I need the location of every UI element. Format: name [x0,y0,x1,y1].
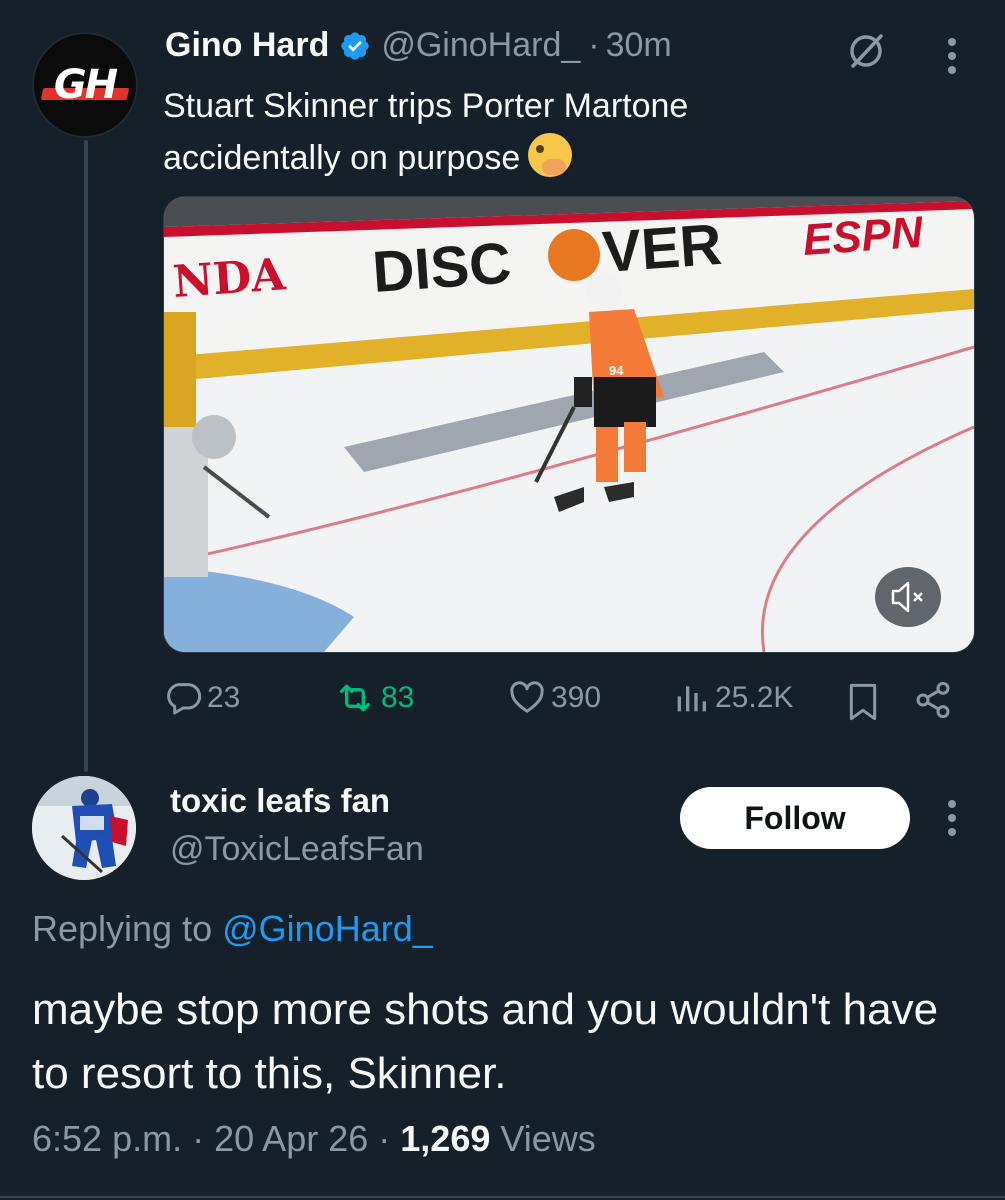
author-display-name[interactable]: Gino Hard [165,26,329,65]
like-count: 390 [551,681,602,714]
meta-dot-2: · [378,1118,391,1159]
reply-button[interactable]: 23 [163,678,240,718]
bottom-divider [0,1196,1005,1198]
replying-to-label: Replying to [32,908,213,949]
reply-author-display-name[interactable]: toxic leafs fan [170,782,390,820]
replying-to-line: Replying to @GinoHard_ [32,908,433,950]
heart-icon [510,681,544,713]
hand-over-mouth-emoji-icon [528,133,573,177]
like-button[interactable]: 390 [507,678,601,718]
board-text-discover-2: VER [600,212,724,285]
tweet-time-ago[interactable]: 30m [606,26,672,65]
reply-views-count: 1,269 [400,1118,491,1159]
jersey-number: 94 [609,363,624,378]
tweet-header: Gino Hard @GinoHard_ · 30m [165,26,672,65]
author-handle[interactable]: @GinoHard_ [381,26,580,65]
repost-icon [339,684,370,712]
meta-dot-1: · [192,1118,205,1159]
reply-icon [167,683,202,715]
reply-date[interactable]: 20 Apr 26 [214,1118,368,1159]
tweet-video[interactable]: NDA DISC VER ESPN 94 [163,196,975,653]
reply-count: 23 [207,681,241,714]
board-text-discover-1: DISC [370,230,513,305]
repost-count: 83 [381,681,415,714]
volume-mute-icon [891,581,923,613]
reply-text: maybe stop more shots and you wouldn't h… [32,985,939,1098]
reply-more-options-icon[interactable] [945,800,959,840]
reply-metadata: 6:52 p.m. · 20 Apr 26 · 1,269 Views [32,1118,596,1160]
views-button[interactable]: 25.2K [671,678,793,718]
reply-author-handle[interactable]: @ToxicLeafsFan [170,830,424,869]
analytics-icon [677,686,706,712]
board-text-left: NDA [171,249,288,308]
share-icon[interactable] [913,680,953,720]
tweet-text: Stuart Skinner trips Porter Martone acci… [163,80,863,184]
replying-to-handle-link[interactable]: @GinoHard_ [222,908,433,949]
toxic-leafs-fan-avatar[interactable] [32,776,136,880]
grok-icon[interactable] [845,30,887,72]
mute-button[interactable] [875,567,941,627]
verified-badge-icon [341,31,370,60]
views-count: 25.2K [715,681,794,714]
board-text-right: ESPN [801,208,925,265]
thread-connector-line [84,140,88,772]
tweet-body: Stuart Skinner trips Porter Martone acci… [163,87,689,177]
tweet-actions-bar: 23 83 390 25.2K [163,672,963,722]
repost-button[interactable]: 83 [333,678,414,718]
avatar-photo [32,776,136,880]
bookmark-icon[interactable] [845,682,881,722]
follow-button[interactable]: Follow [680,787,910,849]
avatar-logo-text: GH [53,62,118,108]
more-options-icon[interactable] [945,38,959,78]
gino-hard-avatar[interactable]: GH [32,32,138,138]
header-separator: · [588,26,600,64]
reply-views-label: Views [500,1118,596,1159]
reply-time[interactable]: 6:52 p.m. [32,1118,182,1159]
video-frame: NDA DISC VER ESPN 94 [164,197,974,652]
